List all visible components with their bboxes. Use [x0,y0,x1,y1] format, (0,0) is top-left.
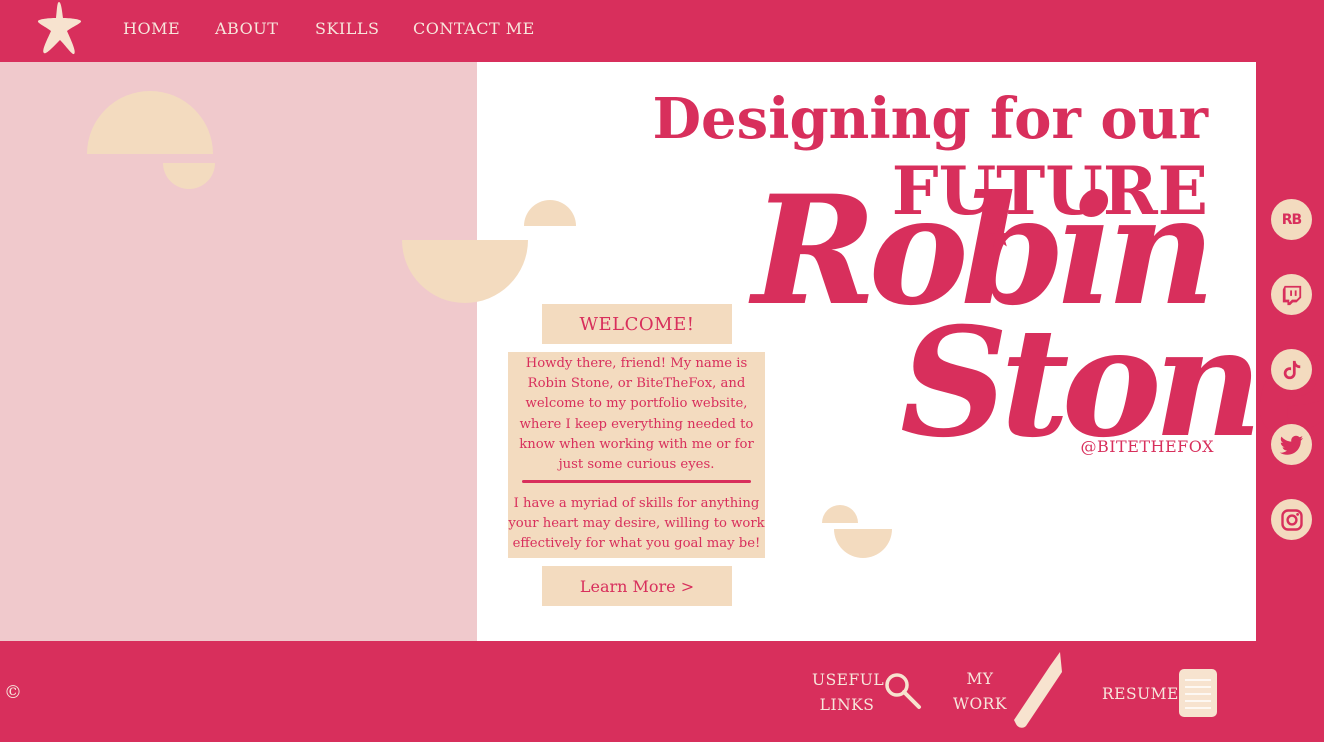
deco-semicircles-top-left [87,91,215,189]
intro-paragraph-2: I have a myriad of skills for anything y… [508,496,765,552]
resume-label[interactable]: RESUME [1102,682,1178,707]
tiktok-icon [1283,360,1300,379]
useful-links-button[interactable]: USEFUL LINKS [812,668,885,718]
nav-contact-me[interactable]: CONTACT ME [413,19,535,38]
redbubble-button[interactable]: RB [1271,199,1312,240]
my-work-label-2: WORK [953,695,1007,713]
twitch-button[interactable] [1271,274,1312,315]
headline-line-1: Designing for our [652,86,1208,152]
pencil-icon[interactable] [1010,650,1066,730]
deco-semicircles-center [402,200,576,303]
welcome-heading: WELCOME! [542,304,732,344]
copyright-symbol: © [4,682,22,703]
instagram-icon [1280,508,1303,531]
twitter-icon [1279,435,1303,455]
starfish-logo-icon[interactable] [36,0,84,56]
intro-divider [522,480,751,483]
nav-skills[interactable]: SKILLS [315,19,379,38]
nav-about[interactable]: ABOUT [215,19,278,38]
twitch-icon [1282,285,1301,305]
left-pink-panel [0,62,477,641]
handle-text: @BITETHEFOX [1080,437,1214,456]
tiktok-button[interactable] [1271,349,1312,390]
top-navbar [0,0,1324,62]
intro-paragraph-1: Howdy there, friend! My name is Robin St… [519,356,754,473]
deco-semicircles-bottom [822,505,892,558]
instagram-button[interactable] [1271,499,1312,540]
my-work-label-1: MY [966,670,994,688]
name-last: Stone [900,295,1324,471]
twitter-button[interactable] [1271,424,1312,465]
learn-more-button[interactable]: Learn More > [542,566,732,606]
useful-links-label-2: LINKS [819,696,875,714]
useful-links-label-1: USEFUL [812,671,885,689]
magnifier-icon[interactable] [882,670,922,710]
intro-box: Howdy there, friend! My name is Robin St… [508,352,765,558]
my-work-button[interactable]: MY WORK [950,667,1010,717]
document-icon[interactable] [1178,668,1218,718]
nav-home[interactable]: HOME [123,19,180,38]
star-accent-icon [989,225,1011,247]
redbubble-icon: RB [1281,211,1302,228]
